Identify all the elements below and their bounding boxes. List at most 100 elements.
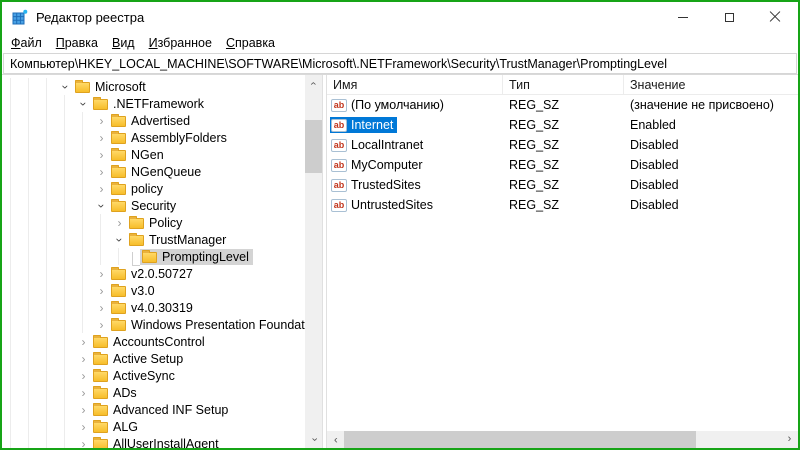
value-data: Disabled xyxy=(630,158,679,172)
registry-editor-icon xyxy=(12,9,28,25)
list-row-untrustedsites[interactable]: ab UntrustedSites REG_SZ Disabled xyxy=(327,195,798,215)
menu-help[interactable]: Справка xyxy=(219,34,282,52)
chevron-right-icon[interactable]: › xyxy=(94,166,109,178)
chevron-right-icon[interactable]: › xyxy=(76,421,91,433)
menu-edit[interactable]: Правка xyxy=(49,34,105,52)
value-name-cell[interactable]: ab TrustedSites xyxy=(330,177,425,193)
chevron-right-icon[interactable]: › xyxy=(76,404,91,416)
menu-view[interactable]: Вид xyxy=(105,34,142,52)
tree-item-windows-presentation-foundation[interactable]: › Windows Presentation Foundation xyxy=(2,316,305,333)
tree-item-label: AccountsControl xyxy=(113,334,205,349)
tree-item-trustmanager[interactable]: › TrustManager xyxy=(2,231,305,248)
tree-item-ads[interactable]: › ADs xyxy=(2,384,305,401)
column-header-type[interactable]: Тип xyxy=(503,75,624,94)
menu-file[interactable]: Файл xyxy=(4,34,49,52)
tree-item-alg[interactable]: › ALG xyxy=(2,418,305,435)
tree-item-accountscontrol[interactable]: › AccountsControl xyxy=(2,333,305,350)
column-header-name[interactable]: Имя xyxy=(327,75,503,94)
tree-item-promptinglevel[interactable]: PromptingLevel xyxy=(2,248,305,266)
tree-item-advanced-inf-setup[interactable]: › Advanced INF Setup xyxy=(2,401,305,418)
value-name-cell[interactable]: ab LocalIntranet xyxy=(330,137,427,153)
folder-icon xyxy=(93,97,108,110)
folder-icon xyxy=(93,403,108,416)
chevron-right-icon[interactable]: › xyxy=(94,268,109,280)
folder-icon xyxy=(111,148,126,161)
tree-item-policy[interactable]: › policy xyxy=(2,180,305,197)
chevron-right-icon[interactable]: › xyxy=(76,370,91,382)
tree-item-ngen[interactable]: › NGen xyxy=(2,146,305,163)
chevron-down-icon[interactable]: › xyxy=(95,198,109,213)
scroll-down-arrow-icon[interactable]: › xyxy=(305,431,322,448)
folder-icon xyxy=(111,301,126,314)
maximize-button[interactable] xyxy=(706,2,752,32)
scroll-up-arrow-icon[interactable]: › xyxy=(305,75,322,92)
tree-item-alluserinstallagent[interactable]: › AllUserInstallAgent xyxy=(2,435,305,448)
chevron-right-icon[interactable]: › xyxy=(94,183,109,195)
chevron-right-icon[interactable]: › xyxy=(94,115,109,127)
tree-item-activesync[interactable]: › ActiveSync xyxy=(2,367,305,384)
tree-item-label: PromptingLevel xyxy=(162,249,249,264)
tree-item-assemblyfolders[interactable]: › AssemblyFolders xyxy=(2,129,305,146)
menu-favorites[interactable]: Избранное xyxy=(142,34,219,52)
address-bar[interactable]: Компьютер\HKEY_LOCAL_MACHINE\SOFTWARE\Mi… xyxy=(3,53,797,74)
scroll-thumb[interactable] xyxy=(344,431,696,448)
value-name: (По умолчанию) xyxy=(351,98,444,113)
list-row-localintranet[interactable]: ab LocalIntranet REG_SZ Disabled xyxy=(327,135,798,155)
folder-icon xyxy=(93,437,108,448)
tree-vertical-scrollbar[interactable]: › › xyxy=(305,75,322,448)
tree-item-v2.0.50727[interactable]: › v2.0.50727 xyxy=(2,265,305,282)
chevron-right-icon[interactable]: › xyxy=(94,132,109,144)
chevron-down-icon[interactable]: › xyxy=(59,79,73,94)
value-data: Disabled xyxy=(630,198,679,212)
chevron-right-icon[interactable]: › xyxy=(94,285,109,297)
tree-item-advertised[interactable]: › Advertised xyxy=(2,112,305,129)
folder-icon xyxy=(111,267,126,280)
chevron-right-icon[interactable]: › xyxy=(76,353,91,365)
tree-item-.netframework[interactable]: › .NETFramework xyxy=(2,95,305,112)
scroll-left-arrow-icon[interactable]: › xyxy=(327,431,344,448)
tree-item-v3.0[interactable]: › v3.0 xyxy=(2,282,305,299)
title-bar: Редактор реестра xyxy=(2,2,798,32)
tree: › Microsoft › .NETFramework › Advertised › Asse… xyxy=(2,75,305,448)
chevron-right-icon[interactable]: › xyxy=(76,438,91,449)
list-row-mycomputer[interactable]: ab MyComputer REG_SZ Disabled xyxy=(327,155,798,175)
scroll-track[interactable] xyxy=(305,92,322,120)
string-value-icon: ab xyxy=(331,98,347,112)
chevron-right-icon[interactable]: › xyxy=(94,319,109,331)
chevron-down-icon[interactable]: › xyxy=(77,96,91,111)
chevron-right-icon[interactable]: › xyxy=(76,387,91,399)
chevron-right-icon[interactable]: › xyxy=(94,302,109,314)
chevron-right-icon[interactable]: › xyxy=(94,149,109,161)
close-button[interactable] xyxy=(752,2,798,32)
chevron-down-icon[interactable]: › xyxy=(113,232,127,247)
list-row-(по умолчанию)[interactable]: ab (По умолчанию) REG_SZ (значение не присв… xyxy=(327,95,798,115)
value-name: MyComputer xyxy=(351,158,423,173)
scroll-right-arrow-icon[interactable]: › xyxy=(781,431,798,448)
value-name-cell[interactable]: ab (По умолчанию) xyxy=(330,97,448,113)
tree-item-security[interactable]: › Security xyxy=(2,197,305,214)
value-name-cell[interactable]: ab Internet xyxy=(330,117,398,134)
chevron-right-icon[interactable]: › xyxy=(76,336,91,348)
folder-icon xyxy=(111,165,126,178)
tree-item-active-setup[interactable]: › Active Setup xyxy=(2,350,305,367)
tree-item-ngenqueue[interactable]: › NGenQueue xyxy=(2,163,305,180)
list-header: Имя Тип Значение xyxy=(327,75,798,95)
tree-item-microsoft[interactable]: › Microsoft xyxy=(2,78,305,95)
list-row-internet[interactable]: ab Internet REG_SZ Enabled xyxy=(327,115,798,135)
tree-item-label: ALG xyxy=(113,419,139,434)
chevron-right-icon[interactable]: › xyxy=(112,217,127,229)
scroll-track[interactable] xyxy=(696,431,781,448)
tree-item-policy[interactable]: › Policy xyxy=(2,214,305,231)
value-name: TrustedSites xyxy=(351,178,421,193)
value-name-cell[interactable]: ab MyComputer xyxy=(330,157,427,173)
tree-item-label: v3.0 xyxy=(131,283,155,298)
tree-item-v4.0.30319[interactable]: › v4.0.30319 xyxy=(2,299,305,316)
list-row-trustedsites[interactable]: ab TrustedSites REG_SZ Disabled xyxy=(327,175,798,195)
list-horizontal-scrollbar[interactable]: › › xyxy=(327,431,798,448)
scroll-track[interactable] xyxy=(305,173,322,431)
scroll-thumb[interactable] xyxy=(305,120,322,173)
column-header-value[interactable]: Значение xyxy=(624,75,798,94)
value-name-cell[interactable]: ab UntrustedSites xyxy=(330,197,437,213)
minimize-button[interactable] xyxy=(660,2,706,32)
value-type: REG_SZ xyxy=(509,98,560,112)
